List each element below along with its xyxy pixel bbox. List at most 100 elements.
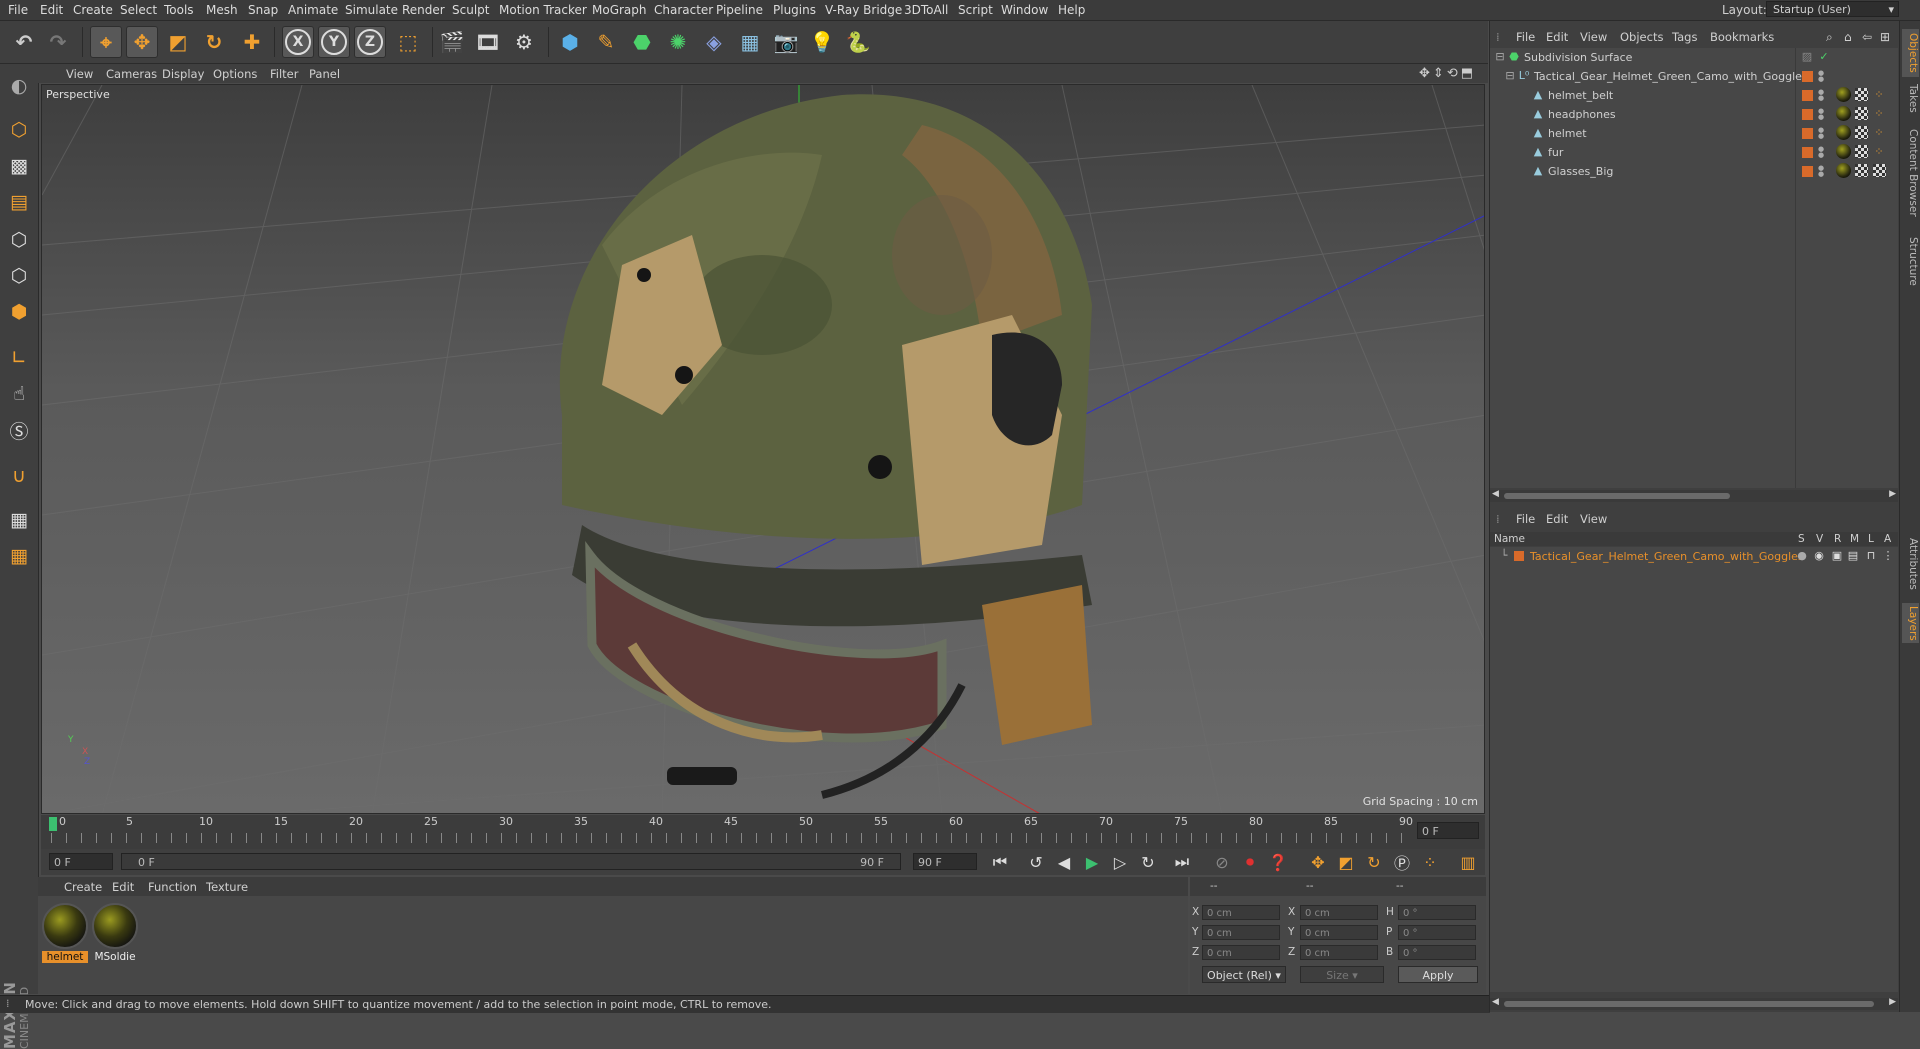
visibility-dots-icon[interactable]: ● ●: [1818, 165, 1824, 178]
timeline-ruler[interactable]: 0 5 10 15 20 25 30 35 40 45 50 55 60 65 …: [41, 815, 1485, 849]
layer-menu-view[interactable]: View: [1580, 512, 1607, 526]
rot-h-field[interactable]: 0 °: [1398, 905, 1476, 920]
render-settings-icon[interactable]: ⚙: [508, 26, 540, 58]
keyframe-selection-icon[interactable]: ❓: [1267, 852, 1289, 872]
viewport-perspective[interactable]: Perspective Grid Spacing : 10 cm Y X Z: [41, 84, 1485, 814]
material-tag-icon[interactable]: [1836, 106, 1851, 121]
object-row[interactable]: ▲ Glasses_Big ● ●: [1490, 162, 1898, 181]
points-mode-icon[interactable]: ⬡: [3, 224, 35, 256]
menu-script[interactable]: Script: [958, 3, 993, 17]
material-tag-icon[interactable]: [1836, 144, 1851, 159]
axis-mode-icon[interactable]: ∟: [3, 342, 35, 374]
selection-tag-icon[interactable]: ⁘: [1873, 127, 1885, 139]
key-position-icon[interactable]: ✥: [1307, 852, 1329, 872]
x-axis-lock[interactable]: X: [282, 26, 314, 58]
visibility-dots-icon[interactable]: ● ●: [1818, 127, 1824, 140]
tab-objects[interactable]: Objects: [1902, 29, 1919, 77]
object-row[interactable]: ▲ helmet_belt ● ● ⁘: [1490, 86, 1898, 105]
floor-icon[interactable]: ▦: [734, 26, 766, 58]
playhead[interactable]: [49, 817, 57, 831]
tab-takes[interactable]: Takes: [1902, 81, 1919, 115]
object-row[interactable]: ⊟ L⁰ Tactical_Gear_Helmet_Green_Camo_wit…: [1490, 67, 1898, 86]
solo-icon[interactable]: ●: [1796, 550, 1808, 562]
selection-tag-icon[interactable]: ⁘: [1873, 89, 1885, 101]
layer-color-icon[interactable]: [1802, 109, 1813, 120]
menu-tools[interactable]: Tools: [164, 3, 194, 17]
scroll-right-icon[interactable]: ▶: [1889, 489, 1896, 499]
menu-mesh[interactable]: Mesh: [206, 3, 238, 17]
material-swatch[interactable]: MSoldie: [92, 903, 138, 963]
visibility-dots-icon[interactable]: ● ●: [1818, 146, 1824, 159]
menu-motion-tracker[interactable]: Motion Tracker: [499, 3, 587, 17]
pos-y-field[interactable]: 0 cm: [1202, 925, 1280, 940]
visibility-dots-icon[interactable]: ● ●: [1818, 70, 1824, 83]
object-menu-objects[interactable]: Objects: [1620, 30, 1663, 44]
scroll-thumb[interactable]: [1504, 493, 1730, 499]
visibility-dots-icon[interactable]: ● ●: [1818, 108, 1824, 121]
scroll-right-icon[interactable]: ▶: [1889, 997, 1896, 1007]
scale-tool-icon[interactable]: ◩: [162, 26, 194, 58]
scroll-left-icon[interactable]: ◀: [1492, 997, 1499, 1007]
menu-file[interactable]: File: [8, 3, 28, 17]
next-frame-icon[interactable]: ▷: [1109, 852, 1131, 872]
live-selection-icon[interactable]: ⌖: [90, 26, 122, 58]
object-manager-scrollbar[interactable]: ◀ ▶: [1490, 489, 1898, 502]
key-scale-icon[interactable]: ◩: [1335, 852, 1357, 872]
material-tag-icon[interactable]: [1836, 163, 1851, 178]
menu-select[interactable]: Select: [120, 3, 157, 17]
layer-color-icon[interactable]: [1802, 128, 1813, 139]
apply-button[interactable]: Apply: [1398, 966, 1478, 983]
python-icon[interactable]: 🐍: [842, 26, 874, 58]
selection-tag-icon[interactable]: ⁘: [1873, 146, 1885, 158]
timeline-window-icon[interactable]: ▥: [1457, 852, 1479, 872]
size-x-field[interactable]: 0 cm: [1300, 905, 1378, 920]
layer-manager-scrollbar[interactable]: ◀ ▶: [1490, 997, 1898, 1010]
pos-z-field[interactable]: 0 cm: [1202, 945, 1280, 960]
object-row[interactable]: ▲ helmet ● ● ⁘: [1490, 124, 1898, 143]
current-frame-field[interactable]: 0 F: [1417, 822, 1479, 839]
loop-icon[interactable]: ↻: [1137, 852, 1159, 872]
magnet-icon[interactable]: ∪: [3, 460, 35, 492]
grid-lock-icon[interactable]: ▦: [3, 540, 35, 572]
workplane-lock-icon[interactable]: ▦: [3, 504, 35, 536]
rotate-tool-icon[interactable]: ↻: [198, 26, 230, 58]
layer-color-swatch[interactable]: [1514, 551, 1524, 561]
material-menu-create[interactable]: Create: [64, 880, 102, 894]
layer-color-icon[interactable]: [1802, 147, 1813, 158]
menu-plugins[interactable]: Plugins: [773, 3, 816, 17]
menu-help[interactable]: Help: [1058, 3, 1085, 17]
rot-b-field[interactable]: 0 °: [1398, 945, 1476, 960]
uvw-tag-icon[interactable]: [1855, 145, 1868, 158]
render-view-icon[interactable]: 🎬: [436, 26, 468, 58]
object-row[interactable]: ⊟ ⬣ Subdivision Surface ▨ ✓: [1490, 48, 1898, 67]
layout-select[interactable]: Startup (User): [1766, 1, 1899, 18]
animation-icon[interactable]: ⋮: [1882, 550, 1894, 562]
object-menu-tags[interactable]: Tags: [1672, 30, 1697, 44]
layer-color-icon[interactable]: [1802, 90, 1813, 101]
autokey-icon[interactable]: ⏺: [1239, 852, 1261, 872]
scroll-thumb[interactable]: [1504, 1001, 1874, 1007]
size-y-field[interactable]: 0 cm: [1300, 925, 1378, 940]
menu-simulate[interactable]: Simulate: [345, 3, 398, 17]
menu-render[interactable]: Render: [402, 3, 445, 17]
menu-vray-bridge[interactable]: V-Ray Bridge: [825, 3, 902, 17]
layer-row[interactable]: └ Tactical_Gear_Helmet_Green_Camo_with_G…: [1490, 547, 1898, 566]
object-menu-edit[interactable]: Edit: [1546, 30, 1568, 44]
menu-create[interactable]: Create: [73, 3, 113, 17]
uvw-tag-icon[interactable]: [1855, 126, 1868, 139]
menu-character[interactable]: Character: [654, 3, 713, 17]
layer-menu-edit[interactable]: Edit: [1546, 512, 1568, 526]
viewport-menu-display[interactable]: Display: [162, 67, 204, 81]
cube-object-icon[interactable]: ⬢: [554, 26, 586, 58]
y-axis-lock[interactable]: Y: [318, 26, 350, 58]
object-row[interactable]: ▲ fur ● ● ⁘: [1490, 143, 1898, 162]
collapse-icon[interactable]: ⊟: [1504, 70, 1516, 82]
polygons-mode-icon[interactable]: ⬢: [3, 296, 35, 328]
object-row[interactable]: ▲ headphones ● ● ⁘: [1490, 105, 1898, 124]
move-tool-icon[interactable]: ✥: [126, 26, 158, 58]
add-tool-icon[interactable]: ✚: [236, 26, 268, 58]
material-menu-function[interactable]: Function: [148, 880, 197, 894]
pos-x-field[interactable]: 0 cm: [1202, 905, 1280, 920]
material-menu-texture[interactable]: Texture: [206, 880, 248, 894]
viewport-menu-filter[interactable]: Filter: [270, 67, 298, 81]
